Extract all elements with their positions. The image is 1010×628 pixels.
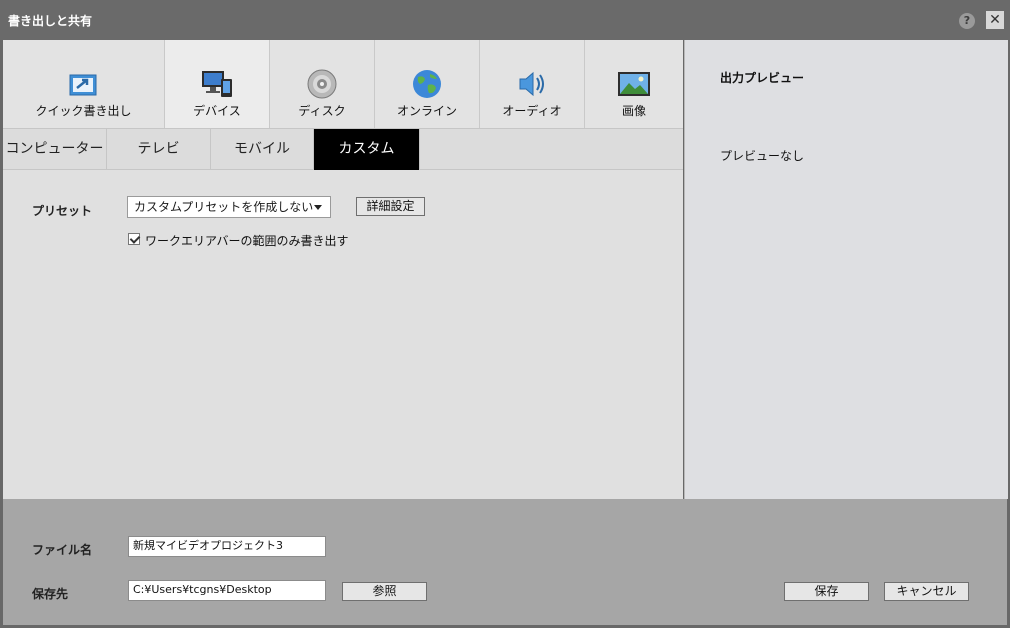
image-icon bbox=[618, 72, 650, 96]
cancel-button[interactable]: キャンセル bbox=[884, 582, 969, 601]
quick-export-icon bbox=[69, 74, 96, 96]
close-icon[interactable]: ✕ bbox=[986, 11, 1004, 29]
speaker-icon bbox=[519, 71, 544, 97]
tab-image[interactable]: 画像 bbox=[585, 40, 683, 128]
tab-disc[interactable]: ディスク bbox=[270, 40, 375, 128]
tab-label: 画像 bbox=[621, 104, 646, 118]
subtab-computer[interactable]: コンピューター bbox=[3, 129, 107, 170]
tab-label: クイック書き出し bbox=[35, 104, 132, 118]
chevron-down-icon bbox=[314, 205, 322, 210]
advanced-settings-button[interactable]: 詳細設定 bbox=[356, 197, 425, 216]
tab-audio[interactable]: オーディオ bbox=[480, 40, 585, 128]
preview-title: 出力プレビュー bbox=[720, 71, 805, 85]
device-icon bbox=[202, 71, 232, 97]
output-footer: ファイル名 新規マイビデオプロジェクト3 保存先 C:¥Users¥tcgns¥… bbox=[3, 499, 1007, 625]
preset-label: プリセット bbox=[32, 204, 93, 218]
subtab-tv[interactable]: テレビ bbox=[107, 129, 211, 170]
preset-value: カスタムプリセットを作成しない bbox=[134, 200, 314, 214]
tab-label: オンライン bbox=[396, 104, 457, 118]
export-settings-panel: クイック書き出し デバイス ディスク オンライン オーディオ 画像 コンピュータ… bbox=[3, 40, 683, 499]
save-button[interactable]: 保存 bbox=[784, 582, 869, 601]
subtab-custom[interactable]: カスタム bbox=[314, 129, 420, 170]
destination-input[interactable]: C:¥Users¥tcgns¥Desktop bbox=[128, 580, 326, 601]
filename-label: ファイル名 bbox=[32, 543, 93, 557]
output-preview-panel: 出力プレビュー プレビューなし bbox=[684, 40, 1008, 499]
tab-device[interactable]: デバイス bbox=[165, 40, 270, 128]
tab-online[interactable]: オンライン bbox=[375, 40, 480, 128]
preset-dropdown[interactable]: カスタムプリセットを作成しない bbox=[127, 196, 331, 218]
help-icon[interactable]: ? bbox=[959, 13, 975, 29]
tab-label: オーディオ bbox=[502, 104, 562, 118]
globe-icon bbox=[413, 70, 441, 98]
tab-label: ディスク bbox=[298, 104, 346, 118]
title-bar: 書き出しと共有 ? ✕ bbox=[0, 0, 1010, 40]
filename-input[interactable]: 新規マイビデオプロジェクト3 bbox=[128, 536, 326, 557]
browse-button[interactable]: 参照 bbox=[342, 582, 427, 601]
preview-empty-text: プレビューなし bbox=[720, 149, 805, 163]
window-title: 書き出しと共有 bbox=[8, 14, 93, 28]
workarea-only-label: ワークエリアバーの範囲のみ書き出す bbox=[145, 234, 349, 248]
subtab-bar: コンピューター テレビ モバイル カスタム bbox=[3, 128, 683, 170]
tab-label: デバイス bbox=[193, 104, 241, 118]
destination-label: 保存先 bbox=[32, 587, 69, 601]
tab-quick-export[interactable]: クイック書き出し bbox=[3, 40, 165, 128]
export-share-dialog: 書き出しと共有 ? ✕ クイック書き出し デバイス ディスク オンライン オーデ… bbox=[0, 0, 1010, 628]
workarea-only-checkbox[interactable] bbox=[128, 233, 140, 245]
subtab-mobile[interactable]: モバイル bbox=[211, 129, 314, 170]
disc-icon bbox=[307, 69, 337, 99]
